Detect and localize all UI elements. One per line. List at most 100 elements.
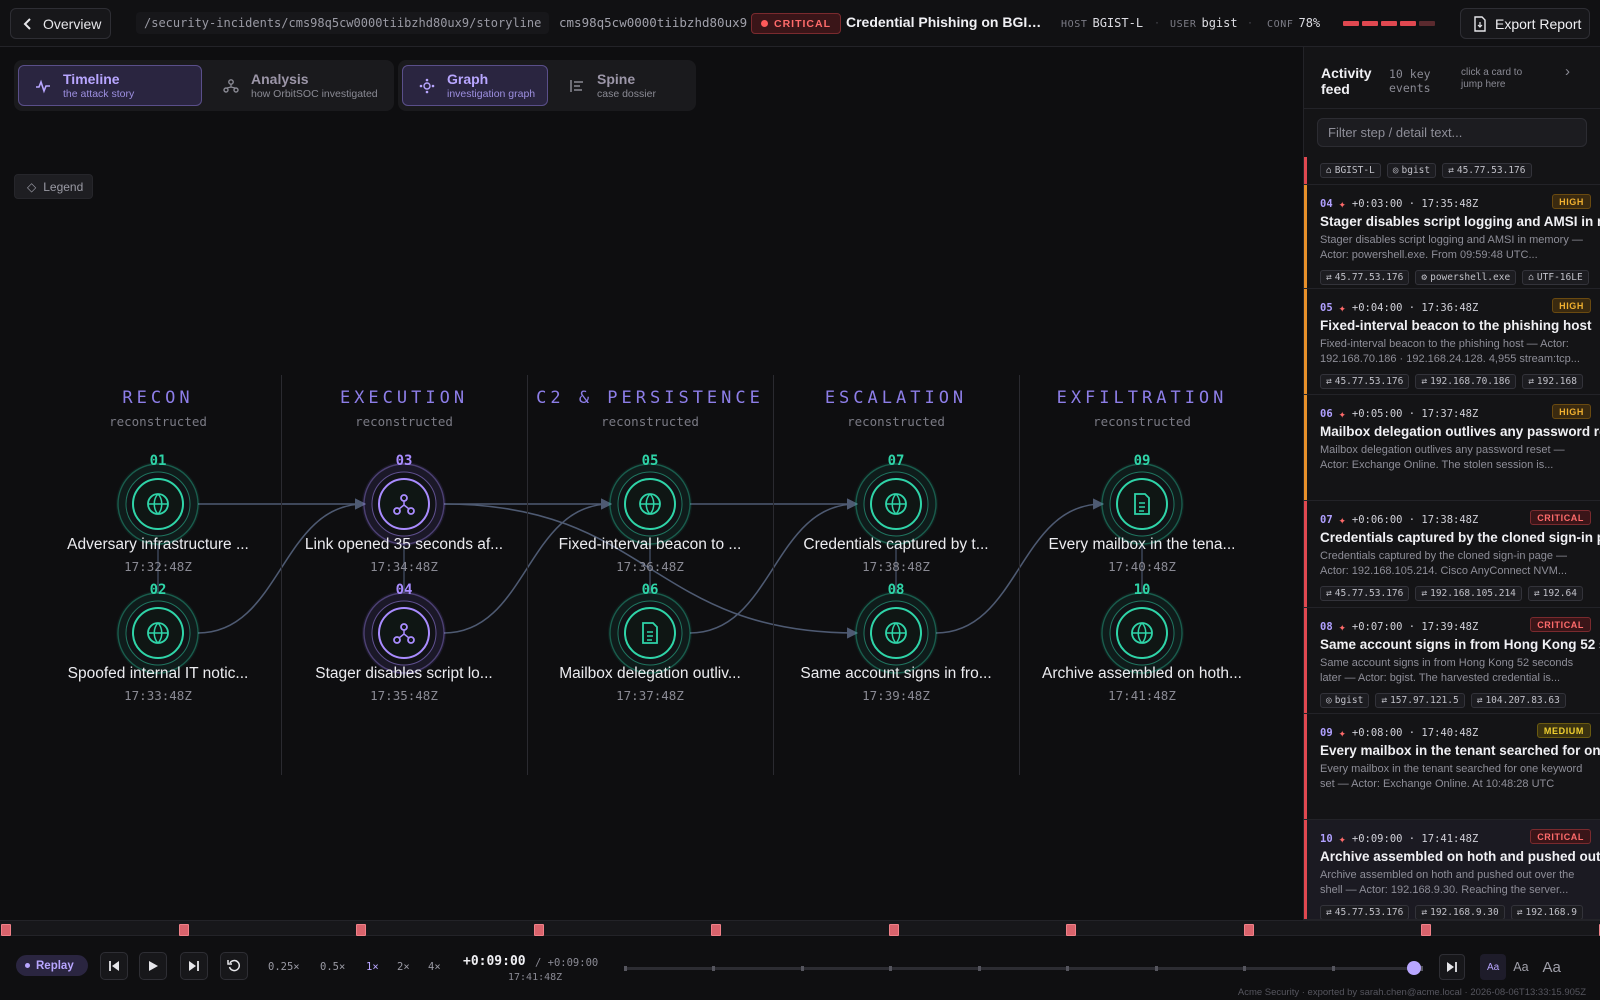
node-title[interactable]: Mailbox delegation outliv... [540, 665, 760, 683]
event-marker[interactable] [1066, 924, 1076, 936]
feed-card[interactable]: 05 ✦ +0:04:00 · 17:36:48Z HIGH Fixed-interva… [1304, 289, 1600, 395]
export-report-button[interactable]: Export Report [1460, 8, 1590, 39]
entity-tag[interactable]: ◎ bgist [1386, 163, 1437, 178]
overview-label: Overview [43, 15, 102, 32]
event-marker[interactable] [1421, 924, 1431, 936]
entity-tag[interactable]: ⌂ BGIST-L [1320, 163, 1381, 178]
event-marker[interactable] [1243, 924, 1254, 936]
event-marker[interactable] [356, 924, 366, 936]
font-size-large[interactable]: Aa [1536, 954, 1568, 980]
graph-node[interactable] [854, 462, 938, 546]
tag-text: powershell.exe [1430, 272, 1511, 283]
card-title: Archive assembled on hoth and pushed out… [1320, 849, 1600, 864]
feed-card[interactable]: 06 ✦ +0:05:00 · 17:37:48Z HIGH Mailbox deleg… [1304, 395, 1600, 501]
host-label: HOST [1061, 19, 1088, 30]
card-title: Fixed-interval beacon to the phishing ho… [1320, 318, 1592, 333]
graph-node[interactable] [116, 462, 200, 546]
sparkle-icon: ✦ [1338, 832, 1346, 846]
feed-card[interactable]: 10 ✦ +0:09:00 · 17:41:48Z CRITICAL Archive a… [1304, 820, 1600, 920]
restart-button[interactable] [220, 952, 248, 980]
severity-badge: HIGH [1552, 194, 1591, 209]
feed-card[interactable]: 09 ✦ +0:08:00 · 17:40:48Z MEDIUM Every mailb… [1304, 714, 1600, 820]
speed-option[interactable]: 0.25× [268, 961, 300, 973]
node-title[interactable]: Archive assembled on hoth... [1032, 665, 1252, 683]
speed-option[interactable]: 0.5× [320, 961, 345, 973]
node-title[interactable]: Same account signs in fro... [786, 665, 1006, 683]
feed-card[interactable]: 08 ✦ +0:07:00 · 17:39:48Z CRITICAL Same acco… [1304, 608, 1600, 714]
node-title[interactable]: Adversary infrastructure ... [48, 536, 268, 554]
tab-timeline[interactable]: Timeline the attack story [18, 65, 202, 106]
replay-toggle[interactable]: Replay [16, 955, 88, 976]
skip-back-button[interactable] [100, 952, 128, 980]
restart-icon [227, 959, 241, 972]
entity-tag[interactable]: ⌂ UTF-16LE [1522, 270, 1589, 285]
tag-icon: ⇄ [1421, 376, 1428, 387]
entity-tag[interactable]: ⚙ powershell.exe [1415, 270, 1517, 285]
graph-node[interactable] [608, 462, 692, 546]
feed-filter-input[interactable] [1317, 118, 1587, 147]
scrubber-handle[interactable] [1407, 961, 1421, 975]
node-title[interactable]: Credentials captured by t... [786, 536, 1006, 554]
replay-dot-icon [25, 963, 30, 968]
tab-spine[interactable]: Spine case dossier [552, 65, 692, 106]
feed-card[interactable]: 07 ✦ +0:06:00 · 17:38:48Z CRITICAL Credentia… [1304, 501, 1600, 608]
tag-text: 192.168.9 [1525, 907, 1577, 918]
entity-tag[interactable]: ⇄ 192.64 [1527, 586, 1583, 601]
total-clock: / +0:09:00 [535, 957, 599, 969]
font-size-medium[interactable]: Aa [1506, 954, 1535, 980]
event-marker[interactable] [711, 924, 721, 936]
entity-tag[interactable]: ⇄ 45.77.53.176 [1320, 374, 1410, 389]
event-marker[interactable] [1, 924, 11, 936]
card-tags: ⇄ 45.77.53.176 ⇄ 192.168.70.186 ⇄ 192.168 [1320, 374, 1600, 389]
entity-tag[interactable]: ⇄ 192.168.9.30 [1415, 905, 1505, 919]
node-title[interactable]: Every mailbox in the tena... [1032, 536, 1252, 554]
event-marker[interactable] [888, 924, 899, 936]
graph-node[interactable] [854, 591, 938, 675]
feed-card[interactable]: 04 ✦ +0:03:00 · 17:35:48Z HIGH Stager disabl… [1304, 185, 1600, 289]
font-size-small[interactable]: Aa [1480, 954, 1507, 980]
speed-option[interactable]: 1× [366, 961, 379, 973]
graph-node[interactable] [1100, 591, 1184, 675]
node-title[interactable]: Spoofed internal IT notic... [48, 665, 268, 683]
severity-badge: CRITICAL [1530, 829, 1591, 844]
entity-tag[interactable]: ⇄ 45.77.53.176 [1320, 270, 1410, 285]
collapse-chevron-icon[interactable]: › [1565, 63, 1570, 80]
timeline-scrubber[interactable] [624, 966, 1423, 971]
speed-option[interactable]: 2× [397, 961, 410, 973]
speed-option[interactable]: 4× [428, 961, 441, 973]
entity-tag[interactable]: ⇄ 192.168 [1522, 374, 1583, 389]
entity-tag[interactable]: ⇄ 157.97.121.5 [1375, 693, 1465, 708]
entity-tag[interactable]: ⇄ 45.77.53.176 [1442, 163, 1532, 178]
node-title[interactable]: Link opened 35 seconds af... [294, 536, 514, 554]
node-title[interactable]: Fixed-interval beacon to ... [540, 536, 760, 554]
tab-graph[interactable]: Graph investigation graph [402, 65, 548, 106]
node-title[interactable]: Stager disables script lo... [294, 665, 514, 683]
entity-tag[interactable]: ⇄ 192.168.70.186 [1415, 374, 1517, 389]
event-marker[interactable] [178, 924, 189, 936]
graph-node[interactable] [116, 591, 200, 675]
entity-tag[interactable]: ⇄ 192.168.9 [1510, 905, 1583, 919]
entity-tag[interactable]: ⇄ 45.77.53.176 [1320, 905, 1410, 919]
entity-tag[interactable]: ⇄ 104.207.83.63 [1470, 693, 1566, 708]
event-marker[interactable] [533, 924, 544, 936]
entity-tag[interactable]: ⇄ 192.168.105.214 [1415, 586, 1522, 601]
overview-back-button[interactable]: Overview [10, 8, 111, 39]
tab-analysis[interactable]: Analysis how OrbitSOC investigated [206, 65, 390, 106]
scrubber-tick [800, 966, 804, 971]
graph-node[interactable] [608, 591, 692, 675]
play-button[interactable] [139, 952, 167, 980]
entity-tag[interactable]: ◎ bgist [1320, 693, 1370, 708]
phase-subtitle: reconstructed [601, 414, 699, 429]
entity-tag[interactable]: ⇄ 45.77.53.176 [1320, 586, 1410, 601]
conf-label: CONF [1267, 19, 1294, 30]
graph-node[interactable] [362, 462, 446, 546]
graph-node[interactable] [362, 591, 446, 675]
node-timestamp: 17:41:48Z [1108, 688, 1176, 703]
card-index: 04 [1320, 198, 1333, 210]
status-dot-icon [761, 20, 768, 27]
conf-meta: CONF 78% [1267, 16, 1320, 30]
graph-node[interactable] [1100, 462, 1184, 546]
feed-card-partial[interactable]: ⌂ BGIST-L ◎ bgist ⇄ 45.77.53.176 [1304, 157, 1600, 185]
jump-end-button[interactable] [1439, 954, 1465, 980]
skip-forward-button[interactable] [180, 952, 208, 980]
